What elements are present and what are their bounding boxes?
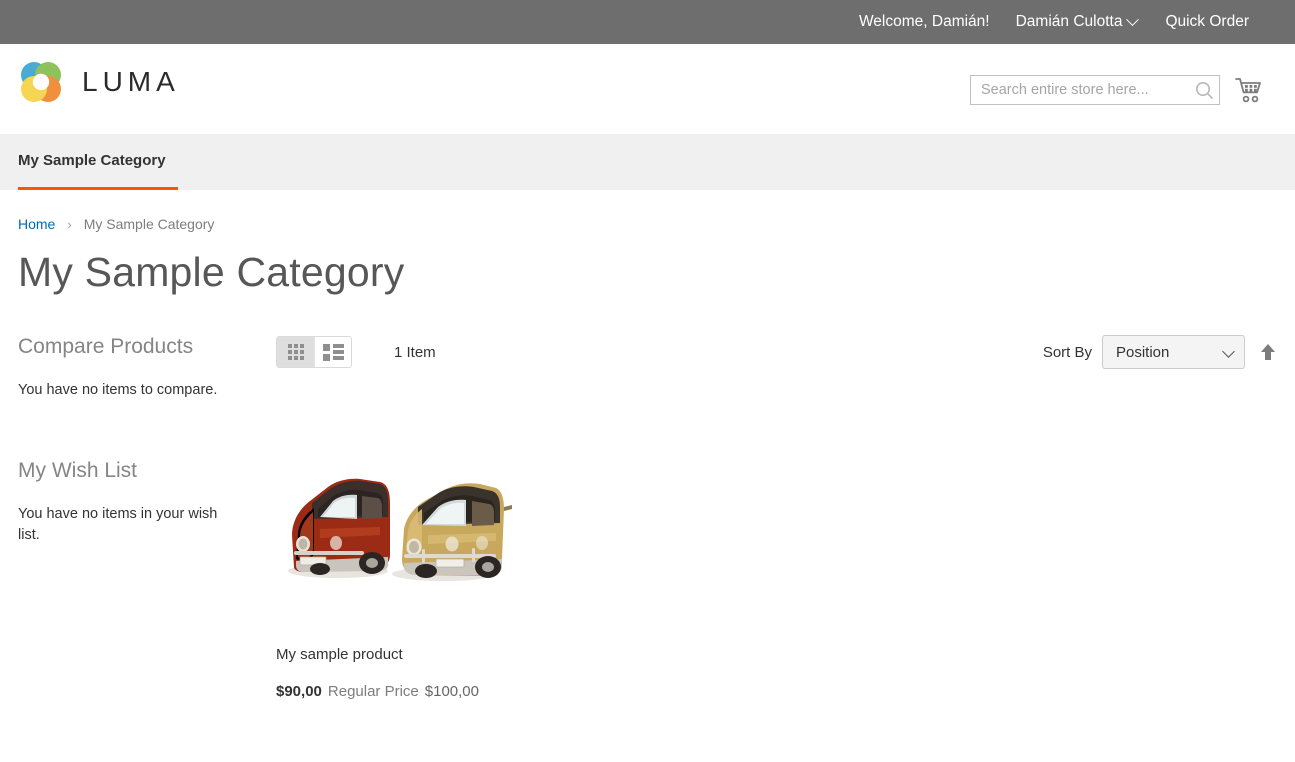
sort-direction-button[interactable] [1259, 342, 1277, 362]
price-box: $90,00 Regular Price $100,00 [276, 683, 516, 700]
wishlist-title: My Wish List [18, 459, 138, 483]
account-menu[interactable]: Damián Culotta [1015, 12, 1140, 31]
breadcrumb: Home › My Sample Category [18, 190, 1277, 232]
product-item[interactable]: My sample product $90,00 Regular Price $… [276, 431, 516, 700]
main-content: 1 Item Sort By Position Product Name Pri… [276, 335, 1277, 700]
site-header: LUMA [0, 44, 1295, 134]
item-count: 1 Item [394, 343, 436, 361]
quick-order-link[interactable]: Quick Order [1165, 13, 1249, 31]
search-form [970, 75, 1220, 105]
top-panel: Welcome, Damián! Damián Culotta Quick Or… [0, 0, 1295, 44]
regular-price: $100,00 [424, 682, 479, 700]
sort-select-wrap: Position Product Name Price [1102, 335, 1245, 370]
product-image[interactable] [276, 431, 516, 622]
arrow-up-icon [1261, 344, 1275, 361]
page-body: Home › My Sample Category My Sample Cate… [0, 190, 1295, 700]
list-view-icon [322, 343, 344, 361]
grid-view-icon [287, 344, 304, 361]
product-grid: My sample product $90,00 Regular Price $… [276, 431, 1277, 700]
logo-link[interactable]: LUMA [18, 59, 180, 105]
page-title: My Sample Category [18, 249, 405, 295]
wishlist-empty-text: You have no items in your wish list. [18, 506, 218, 544]
breadcrumb-separator-icon: › [67, 216, 72, 232]
sort-by-label: Sort By [1042, 343, 1092, 361]
chevron-down-icon [1126, 12, 1140, 26]
regular-price-label: Regular Price [327, 682, 419, 700]
main-navigation: My Sample Category [0, 134, 1295, 190]
products-toolbar: 1 Item Sort By Position Product Name Pri… [276, 335, 1277, 370]
luma-logo-icon [18, 59, 64, 105]
breadcrumb-current: My Sample Category [83, 216, 215, 232]
list-view-button[interactable] [314, 337, 351, 368]
compare-products-title: Compare Products [18, 335, 194, 359]
shopping-cart-icon [1235, 78, 1261, 103]
compare-products-block: Compare Products You have no items to co… [18, 335, 276, 401]
special-price: $90,00 [276, 682, 322, 700]
sidebar: Compare Products You have no items to co… [18, 335, 276, 700]
search-button[interactable] [1193, 79, 1216, 102]
content-columns: Compare Products You have no items to co… [18, 335, 1277, 700]
product-name-link[interactable]: My sample product [276, 645, 516, 665]
nav-item-my-sample-category[interactable]: My Sample Category [18, 134, 178, 190]
grid-view-button[interactable] [277, 337, 314, 368]
compare-products-empty-text: You have no items to compare. [18, 382, 218, 399]
welcome-message: Welcome, Damián! [858, 13, 990, 30]
minicart-button[interactable] [1233, 74, 1265, 106]
logo-text: LUMA [82, 66, 180, 97]
nav-item-label: My Sample Category [18, 152, 166, 169]
account-name-label: Damián Culotta [1015, 13, 1123, 30]
search-input[interactable] [970, 75, 1220, 105]
product-photo-cars [276, 431, 516, 622]
sorter: Sort By Position Product Name Price [1042, 335, 1277, 370]
view-mode-switcher [276, 336, 352, 369]
wishlist-block: My Wish List You have no items in your w… [18, 459, 276, 546]
breadcrumb-home-link[interactable]: Home [18, 216, 55, 232]
sort-select[interactable]: Position Product Name Price [1102, 335, 1245, 370]
